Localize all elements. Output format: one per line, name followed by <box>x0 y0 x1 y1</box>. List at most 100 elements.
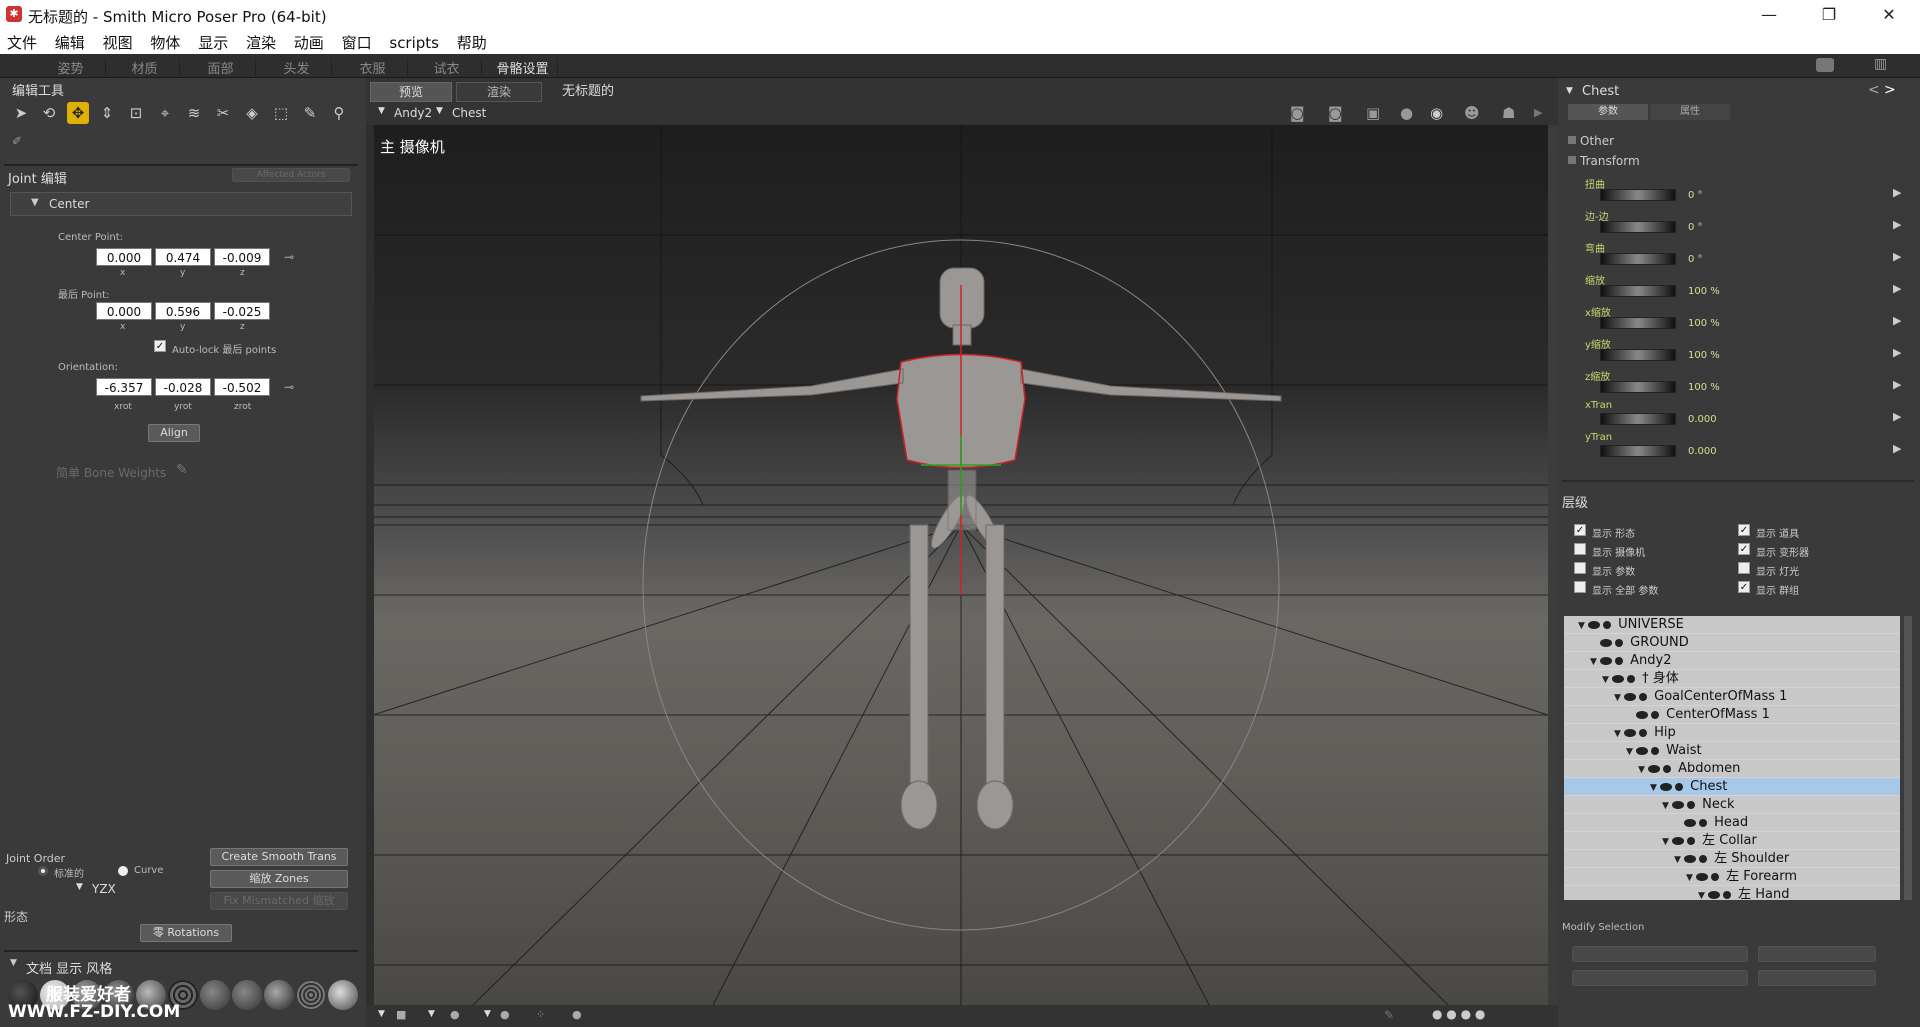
menu-view[interactable]: 视图 <box>96 30 139 53</box>
menu-animation[interactable]: 动画 <box>287 30 330 53</box>
param-value[interactable]: 100 % <box>1688 350 1720 361</box>
record-icon[interactable]: ● <box>1400 104 1413 122</box>
scale-tool-icon[interactable]: ⊡ <box>125 102 147 124</box>
param-arrow-icon[interactable]: ▶ <box>1893 442 1901 455</box>
dropdown-icon[interactable]: ▼ <box>428 1009 435 1019</box>
param-value[interactable]: 0 ° <box>1688 222 1703 233</box>
tab-setup[interactable]: 骨骼设置 <box>488 58 558 77</box>
texture-shaded-style-icon[interactable] <box>328 980 358 1010</box>
modify-button-2[interactable] <box>1758 946 1876 962</box>
tree-item[interactable]: ▼ Neck <box>1564 796 1900 814</box>
dropdown-icon[interactable]: ▼ <box>484 1009 491 1019</box>
chat-icon[interactable] <box>1816 58 1834 72</box>
close-button[interactable]: ✕ <box>1866 0 1912 30</box>
param-arrow-icon[interactable]: ▶ <box>1893 250 1901 263</box>
group-toggle-icon[interactable] <box>1568 156 1576 164</box>
tree-item[interactable]: ▼ 左 Shoulder <box>1564 850 1900 868</box>
group-other[interactable]: Other <box>1580 134 1614 148</box>
param-arrow-icon[interactable]: ▶ <box>1893 346 1901 359</box>
yrot-input[interactable]: -0.028 <box>155 378 211 396</box>
eye-icon[interactable] <box>1600 638 1612 647</box>
tree-item[interactable]: ▼ Andy2 <box>1564 652 1900 670</box>
zoom-tool-icon[interactable]: ⚲ <box>328 102 350 124</box>
light-icon[interactable]: ◉ <box>1430 104 1443 122</box>
modify-button-4[interactable] <box>1758 970 1876 986</box>
library-icon[interactable]: ▥ <box>1874 56 1887 72</box>
color-tool-icon[interactable]: ◈ <box>241 102 263 124</box>
param-value[interactable]: 0.000 <box>1688 446 1717 457</box>
eye-icon[interactable] <box>1624 728 1636 737</box>
menu-window[interactable]: 窗口 <box>335 30 378 53</box>
param-dial[interactable] <box>1600 349 1676 361</box>
tab-face[interactable]: 面部 <box>186 58 256 77</box>
taper-tool-icon[interactable]: ⌖ <box>154 102 176 124</box>
create-smooth-trans-button[interactable]: Create Smooth Trans <box>210 848 348 866</box>
tree-item[interactable]: ▼ Abdomen <box>1564 760 1900 778</box>
param-arrow-icon[interactable]: ▶ <box>1893 218 1901 231</box>
eye-icon[interactable] <box>1660 782 1672 791</box>
param-value[interactable]: 0 ° <box>1688 254 1703 265</box>
expand-icon[interactable]: ▼ <box>1638 761 1648 779</box>
param-dial[interactable] <box>1600 189 1676 201</box>
eye-icon[interactable] <box>1672 800 1684 809</box>
part-select[interactable]: Chest <box>452 106 486 120</box>
param-value[interactable]: 0.000 <box>1688 414 1717 425</box>
autolock-checkbox[interactable]: ✓ <box>154 340 166 352</box>
menu-file[interactable]: 文件 <box>0 30 43 53</box>
param-dial[interactable] <box>1600 253 1676 265</box>
param-arrow-icon[interactable]: ▶ <box>1893 282 1901 295</box>
param-value[interactable]: 100 % <box>1688 318 1720 329</box>
expand-icon[interactable]: ▼ <box>1662 797 1672 815</box>
menu-render[interactable]: 渲染 <box>239 30 282 53</box>
expand-icon[interactable]: ▼ <box>1614 689 1624 707</box>
grouping-tool-icon[interactable]: ⬚ <box>270 102 292 124</box>
tree-item[interactable]: ▼ Waist <box>1564 742 1900 760</box>
param-arrow-icon[interactable]: ▶ <box>1893 410 1901 423</box>
joint-order-select[interactable]: YZX <box>92 882 116 896</box>
eye-icon[interactable] <box>1672 836 1684 845</box>
eye-icon[interactable] <box>1612 674 1624 683</box>
morph-brush-icon[interactable]: ✐ <box>12 134 22 148</box>
group-view-icon[interactable]: ☗ <box>1502 104 1515 122</box>
menu-display[interactable]: 显示 <box>191 30 234 53</box>
tree-item[interactable]: ▼ Chest <box>1564 778 1900 796</box>
ball-icon[interactable]: ● <box>450 1008 460 1021</box>
menu-icon[interactable]: ▼ <box>378 1009 385 1019</box>
param-dial[interactable] <box>1600 285 1676 297</box>
modify-button-1[interactable] <box>1572 946 1748 962</box>
fix-mismatched-button[interactable]: Fix Mismatched 缩放 <box>210 892 348 910</box>
center-y-input[interactable]: 0.474 <box>155 248 211 266</box>
eye-icon[interactable] <box>1588 620 1600 629</box>
eye-icon[interactable] <box>1636 746 1648 755</box>
menu-help[interactable]: 帮助 <box>450 30 493 53</box>
tree-item[interactable]: Head <box>1564 814 1900 832</box>
key-icon[interactable]: ⊸ <box>284 380 294 394</box>
menu-scripts[interactable]: scripts <box>382 32 445 52</box>
menu-edit[interactable]: 编辑 <box>48 30 91 53</box>
camera-icon[interactable]: ◙ <box>1290 104 1305 122</box>
param-value[interactable]: 100 % <box>1688 286 1720 297</box>
eye-icon[interactable] <box>1648 764 1660 773</box>
xrot-input[interactable]: -6.357 <box>96 378 152 396</box>
tab-material[interactable]: 材质 <box>110 58 180 77</box>
move-tool-icon[interactable]: ⇕ <box>96 102 118 124</box>
show-checkbox[interactable] <box>1738 562 1750 574</box>
3d-viewport[interactable] <box>373 125 1548 1005</box>
figure-view-icon[interactable]: ☻ <box>1464 104 1480 122</box>
group-transform[interactable]: Transform <box>1580 154 1640 168</box>
ball-icon[interactable]: ● <box>572 1008 582 1021</box>
chain-tool-icon[interactable]: ≋ <box>183 102 205 124</box>
translate-tool-icon[interactable]: ✥ <box>67 102 89 124</box>
show-checkbox[interactable] <box>1574 581 1586 593</box>
param-dial[interactable] <box>1600 445 1676 457</box>
curve-radio[interactable] <box>118 866 128 876</box>
ball-icon[interactable]: ● <box>500 1008 510 1021</box>
eye-icon[interactable] <box>1624 692 1636 701</box>
flat-lined-style-icon[interactable] <box>200 980 230 1010</box>
expand-icon[interactable]: ▼ <box>1686 869 1696 887</box>
show-checkbox[interactable]: ✓ <box>1738 543 1750 555</box>
tree-item[interactable]: ▼ Hip <box>1564 724 1900 742</box>
brush-icon[interactable]: ✎ <box>176 462 188 478</box>
menu-object[interactable]: 物体 <box>143 30 186 53</box>
scale-zones-button[interactable]: 缩放 Zones <box>210 870 348 888</box>
